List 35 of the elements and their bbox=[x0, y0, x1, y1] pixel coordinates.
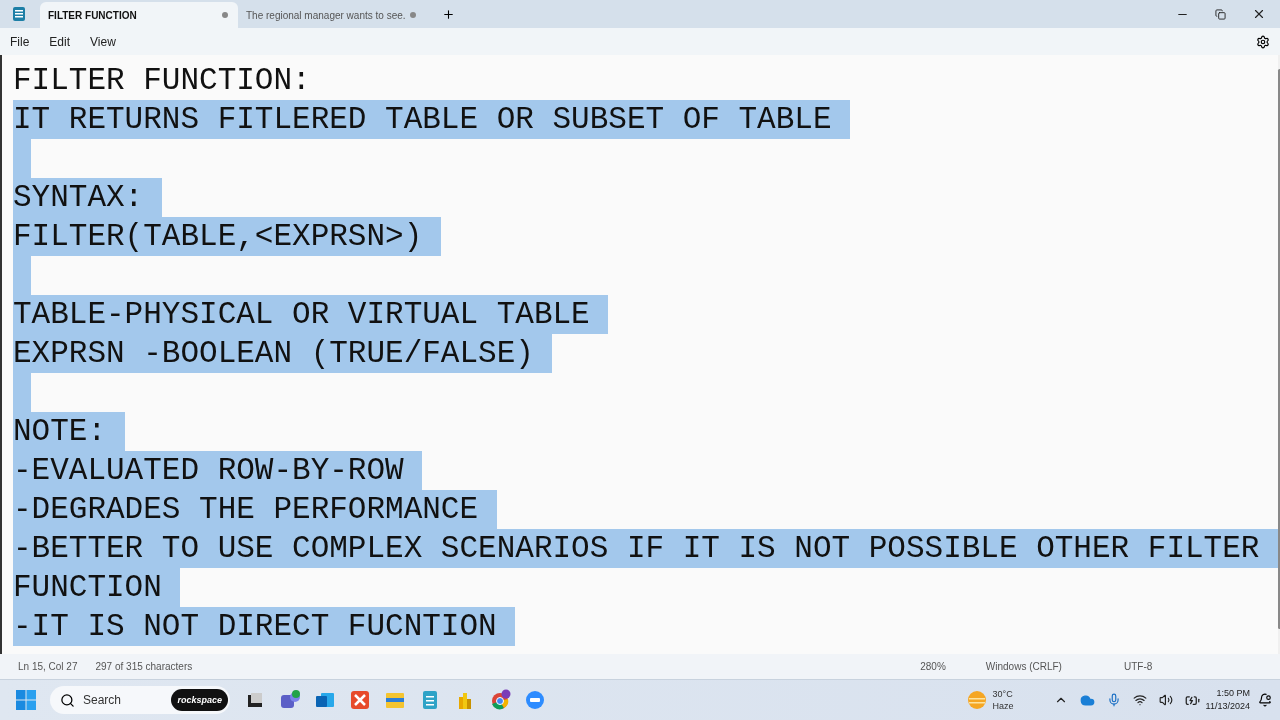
notepad-icon bbox=[12, 6, 26, 22]
weather-condition: Haze bbox=[992, 700, 1014, 712]
character-count: 297 of 315 characters bbox=[95, 661, 193, 672]
wifi-icon[interactable] bbox=[1132, 693, 1147, 707]
notification-icon[interactable] bbox=[1258, 693, 1272, 707]
clock-time[interactable]: 1:50 PM bbox=[1205, 687, 1250, 700]
close-button[interactable] bbox=[1252, 7, 1266, 21]
tab[interactable]: FILTER FUNCTION bbox=[40, 2, 238, 28]
clock-date[interactable]: 11/13/2024 bbox=[1205, 700, 1250, 713]
video-call-icon[interactable] bbox=[524, 689, 546, 711]
search-icon bbox=[60, 692, 75, 708]
menu-item[interactable]: View bbox=[90, 34, 116, 49]
app-icon[interactable] bbox=[349, 689, 371, 711]
cursor-position: Ln 15, Col 27 bbox=[18, 661, 78, 672]
tab[interactable]: The regional manager wants to see. bbox=[238, 2, 426, 28]
search-field[interactable]: Search rockspace bbox=[50, 686, 230, 714]
menu-item[interactable]: Edit bbox=[49, 34, 71, 49]
zoom-level: 280% bbox=[920, 661, 946, 672]
text-line: FILTER FUNCTION: bbox=[13, 62, 311, 100]
line-ending: Windows (CRLF) bbox=[985, 661, 1062, 672]
cloud-icon[interactable] bbox=[1079, 692, 1095, 708]
temperature: 30°C bbox=[992, 688, 1014, 700]
restore-button[interactable] bbox=[1215, 8, 1226, 20]
search-badge[interactable]: rockspace bbox=[171, 689, 228, 711]
microphone-icon[interactable] bbox=[1106, 693, 1121, 707]
text-editor[interactable] bbox=[0, 55, 1280, 654]
menu-item[interactable]: File bbox=[10, 34, 30, 49]
encoding: UTF-8 bbox=[1123, 661, 1153, 672]
chat-app-icon[interactable] bbox=[279, 689, 301, 711]
settings-icon[interactable] bbox=[1256, 34, 1270, 49]
start-icon[interactable] bbox=[16, 690, 36, 710]
new-tab-button[interactable] bbox=[442, 8, 455, 21]
browser-icon[interactable] bbox=[489, 689, 511, 711]
weather-icon bbox=[966, 690, 987, 710]
volume-icon[interactable] bbox=[1158, 693, 1173, 707]
